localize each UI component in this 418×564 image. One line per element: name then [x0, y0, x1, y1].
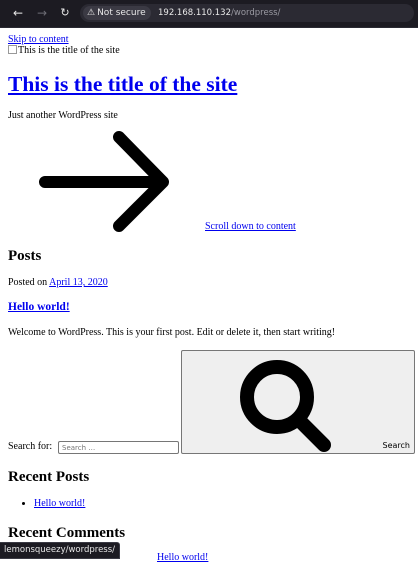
back-arrow-icon[interactable]: ←: [11, 6, 25, 20]
recent-posts-list: Hello world!: [8, 498, 85, 510]
site-title-link[interactable]: This is the title of the site: [8, 72, 237, 96]
scroll-down-link[interactable]: Scroll down to content: [205, 221, 296, 233]
search-icon: [240, 360, 331, 452]
right-arrow-icon[interactable]: [39, 131, 173, 232]
post-title: Hello world!: [8, 300, 70, 315]
post-meta: Posted on April 13, 2020: [8, 277, 108, 289]
url-path: /wordpress/: [231, 8, 281, 18]
reload-icon[interactable]: ↻: [58, 6, 72, 20]
address-bar[interactable]: ⚠ Not secure 192.168.110.132/wordpress/: [80, 4, 414, 22]
security-label: Not secure: [97, 8, 146, 18]
post-title-link[interactable]: Hello world!: [8, 301, 70, 313]
recent-comments-heading: Recent Comments: [8, 525, 126, 541]
header-image-alt: This is the title of the site: [18, 45, 120, 56]
search-button-label: Search: [382, 441, 410, 450]
search-input[interactable]: [58, 441, 179, 454]
warning-icon: ⚠: [87, 8, 96, 18]
list-item: Hello world!: [34, 498, 85, 510]
broken-image-icon: [8, 45, 17, 54]
url-host: 192.168.110.132: [158, 8, 232, 18]
recent-posts-heading: Recent Posts: [8, 469, 90, 485]
post-date-link[interactable]: April 13, 2020: [49, 277, 108, 288]
site-tagline: Just another WordPress site: [8, 110, 118, 121]
posted-prefix: Posted on: [8, 277, 50, 288]
url-text[interactable]: 192.168.110.132/wordpress/: [158, 7, 280, 19]
header-image: This is the title of the site: [8, 45, 120, 57]
search-label: Search for:: [8, 441, 53, 452]
search-button[interactable]: Search: [181, 350, 415, 454]
link-status-bar: lemonsqueezy/wordpress/: [0, 542, 121, 559]
forward-arrow-icon[interactable]: →: [35, 6, 49, 20]
recent-post-link[interactable]: Hello world!: [34, 498, 85, 509]
browser-toolbar: ← → ↻ ⚠ Not secure 192.168.110.132/wordpr…: [0, 0, 418, 28]
site-title: This is the title of the site: [8, 70, 237, 98]
recent-comment-link[interactable]: Hello world!: [157, 552, 208, 564]
posts-heading: Posts: [8, 248, 42, 264]
security-indicator[interactable]: ⚠ Not secure: [83, 6, 151, 20]
post-excerpt: Welcome to WordPress. This is your first…: [8, 327, 336, 338]
